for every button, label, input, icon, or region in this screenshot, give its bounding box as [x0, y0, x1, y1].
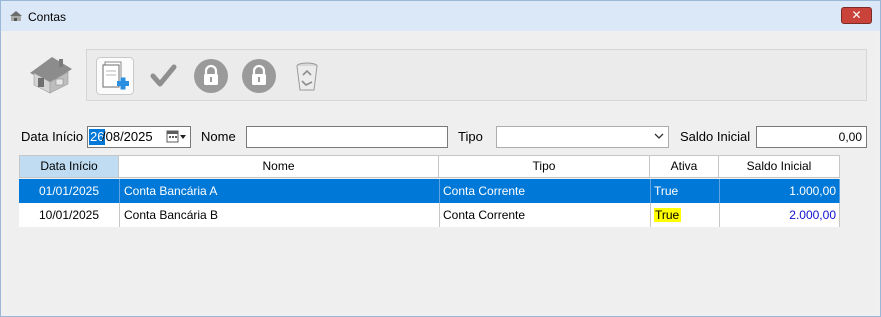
- col-header-data-inicio[interactable]: Data Início: [19, 155, 119, 178]
- data-inicio-label: Data Início: [21, 129, 84, 144]
- lock-icon: [194, 59, 228, 93]
- cell-data-inicio[interactable]: 10/01/2025: [19, 203, 119, 227]
- lock-alt-button[interactable]: [240, 57, 278, 95]
- cell-nome[interactable]: Conta Bancária B: [119, 203, 439, 227]
- grid-header: Data Início Nome Tipo Ativa Saldo Inicia…: [19, 155, 840, 179]
- data-inicio-picker[interactable]: 26 /08/2025: [87, 126, 191, 148]
- cell-saldo-inicial[interactable]: 2.000,00: [719, 203, 840, 227]
- nome-input[interactable]: [246, 126, 448, 148]
- saldo-inicial-input[interactable]: 0,00: [756, 126, 867, 148]
- contas-window: Contas ✕ Data Início 26 /08/2025 Nome Ti…: [0, 0, 881, 317]
- ativa-highlight: True: [654, 208, 682, 222]
- client-area: Data Início 26 /08/2025 Nome Tipo Saldo …: [7, 31, 874, 312]
- cell-saldo-inicial[interactable]: 1.000,00: [719, 179, 840, 203]
- confirm-button[interactable]: [144, 57, 182, 95]
- cell-ativa[interactable]: True: [650, 203, 719, 227]
- house-icon: [30, 57, 72, 94]
- cell-ativa[interactable]: True: [650, 179, 719, 203]
- col-header-ativa[interactable]: Ativa: [650, 155, 719, 178]
- tipo-select[interactable]: [496, 126, 669, 148]
- cell-tipo[interactable]: Conta Corrente: [439, 179, 650, 203]
- table-row[interactable]: 01/01/2025 Conta Bancária A Conta Corren…: [19, 179, 840, 203]
- lock-icon: [242, 59, 276, 93]
- new-document-icon: [96, 57, 134, 95]
- cell-data-inicio[interactable]: 01/01/2025: [19, 179, 119, 203]
- new-button[interactable]: [96, 57, 134, 95]
- recycle-bin-icon: [296, 62, 318, 91]
- col-header-saldo-inicial[interactable]: Saldo Inicial: [719, 155, 840, 178]
- date-rest: /08/2025: [102, 129, 153, 144]
- chevron-down-icon: [654, 133, 664, 139]
- col-header-nome[interactable]: Nome: [119, 155, 439, 178]
- checkmark-icon: [150, 64, 177, 87]
- tipo-label: Tipo: [458, 129, 483, 144]
- delete-button[interactable]: [288, 57, 326, 95]
- lock-button[interactable]: [192, 57, 230, 95]
- app-icon: [10, 11, 22, 21]
- table-row[interactable]: 10/01/2025 Conta Bancária B Conta Corren…: [19, 203, 840, 227]
- window-title: Contas: [28, 10, 67, 24]
- nome-label: Nome: [201, 129, 236, 144]
- toolbar: [86, 49, 867, 101]
- calendar-dropdown-icon[interactable]: [166, 130, 188, 144]
- cell-nome[interactable]: Conta Bancária A: [119, 179, 439, 203]
- col-header-tipo[interactable]: Tipo: [439, 155, 650, 178]
- cell-tipo[interactable]: Conta Corrente: [439, 203, 650, 227]
- saldo-inicial-label: Saldo Inicial: [680, 129, 751, 144]
- close-button[interactable]: ✕: [841, 7, 872, 24]
- title-bar[interactable]: Contas ✕: [1, 1, 880, 31]
